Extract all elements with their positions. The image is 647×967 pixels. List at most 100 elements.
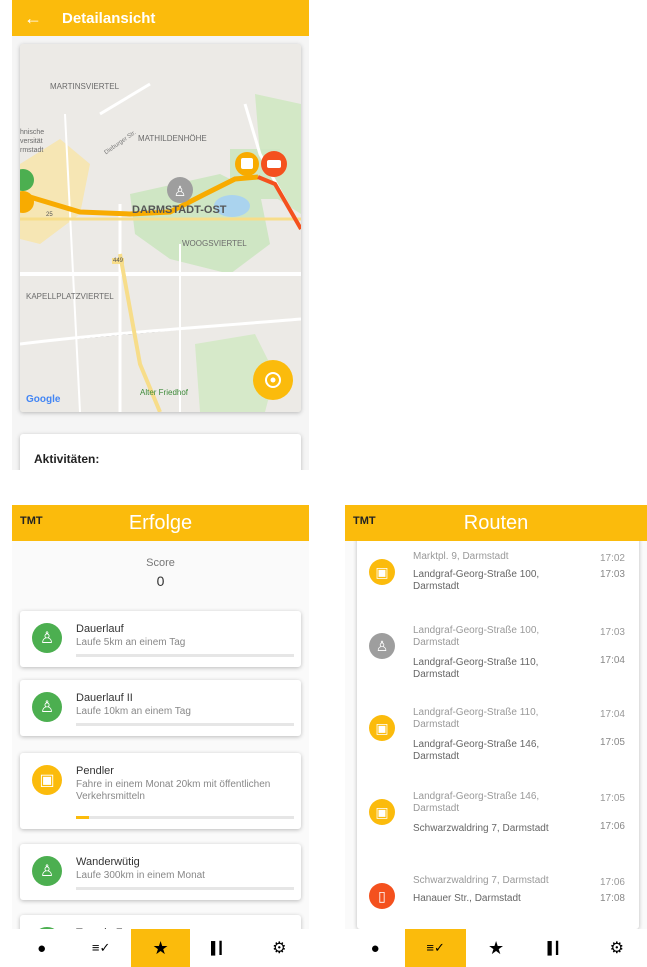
map-label-woogsviertel: WOOGSVIERTEL <box>182 239 247 248</box>
achievement-progress-fill <box>76 816 90 819</box>
route-to-time: 17:03 <box>599 569 625 580</box>
achievement-description: Laufe 10km an einem Tag <box>76 706 191 717</box>
nav-map[interactable]: ● <box>12 929 71 967</box>
svg-text:♙: ♙ <box>174 183 187 199</box>
route-to-time: 17:04 <box>599 655 625 666</box>
achievement-description: Fahre in einem Monat 20km mit öffentlich… <box>76 779 271 802</box>
walk-icon: ♙ <box>369 633 395 659</box>
page-title: Detailansicht <box>62 9 156 27</box>
nav-stats[interactable]: ▌▎ <box>190 929 249 967</box>
map-label-alter-friedhof: Alter Friedhof <box>140 388 189 397</box>
map-pin-icon: ● <box>37 939 47 957</box>
route-to: Schwarzwaldring 7, Darmstadt <box>413 823 549 834</box>
route-list-icon: ≡✓ <box>426 940 445 955</box>
achievement-name: Wanderwütig <box>76 856 140 868</box>
map-label-road-25: 25 <box>46 212 53 218</box>
route-from: Landgraf-Georg-Straße 110, Darmstadt <box>413 707 539 730</box>
map-label-kapellplatzviertel: KAPELLPLATZVIERTEL <box>26 292 114 301</box>
erfolge-appbar: TMT Erfolge <box>12 505 309 541</box>
achievement-name: Dauerlauf <box>76 623 124 635</box>
page-title: Routen <box>463 511 529 534</box>
walk-icon: ♙ <box>32 623 62 653</box>
erfolge-screen: TMT Erfolge Score 0 ♙ Dauerlauf Laufe 5km … <box>12 505 309 967</box>
page-title: Erfolge <box>128 511 193 534</box>
achievement-description: Laufe 300km in einem Monat <box>76 870 205 881</box>
nav-routes[interactable]: ≡✓ <box>405 929 466 967</box>
route-to-time: 17:05 <box>599 737 625 748</box>
achievement-card[interactable]: ♙ Wanderwütig Laufe 300km in einem Monat <box>20 844 301 900</box>
bottom-nav: ● ≡✓ ★ ▌▎ ⚙ <box>345 929 647 967</box>
route-to: Hanauer Str., Darmstadt <box>413 893 521 904</box>
map-card[interactable]: ♙ MARTINSVIERTEL MATHILDENHÖHE Dieburger… <box>20 44 301 412</box>
route-item[interactable]: ▯ Schwarzwaldring 7, Darmstadt 17:06 Hanaue… <box>357 869 639 929</box>
gear-icon: ⚙ <box>609 940 624 957</box>
score-label: Score <box>146 557 175 569</box>
map-label-uni: hnische versität rmstadt <box>20 128 44 155</box>
route-from-time: 17:03 <box>599 627 625 638</box>
tmt-logo: TMT <box>20 515 43 527</box>
achievement-progress-bar <box>76 887 294 890</box>
star-icon: ★ <box>152 937 169 958</box>
walk-icon: ♙ <box>32 856 62 886</box>
nav-routes[interactable]: ≡✓ <box>71 929 130 967</box>
route-to: Landgraf-Georg-Straße 100, Darmstadt <box>413 569 540 592</box>
bus-icon: ▣ <box>369 559 395 585</box>
route-from-time: 17:06 <box>599 877 625 888</box>
achievement-progress-bar <box>76 654 294 657</box>
achievement-progress-bar <box>76 816 294 819</box>
detail-appbar: ← Detailansicht <box>12 0 309 36</box>
route-to: Landgraf-Georg-Straße 146, Darmstadt <box>413 739 540 762</box>
star-icon: ★ <box>487 937 505 958</box>
route-from: Landgraf-Georg-Straße 146, Darmstadt <box>413 791 540 814</box>
bottom-nav: ● ≡✓ ★ ▌▎ ⚙ <box>12 929 309 967</box>
routen-appbar: TMT Routen <box>345 505 647 541</box>
route-to-time: 17:08 <box>599 893 625 904</box>
route-from-time: 17:02 <box>599 553 625 564</box>
nav-map[interactable]: ● <box>345 929 405 967</box>
route-from: Landgraf-Georg-Straße 100, Darmstadt <box>413 625 540 648</box>
activities-card: Aktivitäten: <box>20 434 301 470</box>
walk-icon: ♙ <box>32 692 62 722</box>
route-to: Landgraf-Georg-Straße 110, Darmstadt <box>413 657 539 680</box>
nav-achievements[interactable]: ★ <box>130 929 191 967</box>
route-list-icon: ≡✓ <box>91 940 111 955</box>
route-item[interactable]: ▣ Marktpl. 9, Darmstadt 17:02 Landgraf-Geor… <box>357 545 639 619</box>
route-item[interactable]: ▣ Landgraf-Georg-Straße 146, Darmstadt 17:… <box>357 785 639 869</box>
route-to-time: 17:06 <box>599 821 625 832</box>
back-arrow-icon[interactable]: ← <box>24 8 48 29</box>
route-item[interactable]: ♙ Landgraf-Georg-Straße 100, Darmstadt 17:… <box>357 619 639 701</box>
achievement-card[interactable]: ▣ Pendler Fahre in einem Monat 20km mit öf… <box>20 753 301 829</box>
map-label-darmstadt-ost: DARMSTADT-OST <box>132 204 227 216</box>
bar-chart-icon: ▌▎ <box>547 941 566 955</box>
gear-icon: ⚙ <box>272 940 287 957</box>
activities-label: Aktivitäten: <box>34 452 100 466</box>
google-logo: Google <box>26 394 61 405</box>
route-item[interactable]: ▣ Landgraf-Georg-Straße 110, Darmstadt 17:… <box>357 701 639 785</box>
map-label-mathildenhoehe: MATHILDENHÖHE <box>138 134 207 143</box>
map-label-uni-3: rmstadt <box>20 147 44 154</box>
map-pin-icon: ● <box>370 939 380 957</box>
achievement-card[interactable]: ♙ Dauerlauf Laufe 5km an einem Tag <box>20 611 301 667</box>
route-from: Marktpl. 9, Darmstadt <box>413 551 509 562</box>
car-icon: ▯ <box>369 883 395 909</box>
nav-settings[interactable]: ⚙ <box>587 929 647 967</box>
tmt-logo: TMT <box>353 515 376 527</box>
map-label-uni-2: versität <box>20 138 43 145</box>
map-view[interactable]: ♙ <box>20 44 301 412</box>
achievement-card[interactable]: ♙ Dauerlauf II Laufe 10km an einem Tag <box>20 680 301 736</box>
nav-stats[interactable]: ▌▎ <box>526 929 586 967</box>
achievement-description: Laufe 5km an einem Tag <box>76 637 186 648</box>
route-from: Schwarzwaldring 7, Darmstadt <box>413 875 549 886</box>
bar-chart-icon: ▌▎ <box>211 941 229 955</box>
achievement-name: Pendler <box>76 765 114 777</box>
my-location-button[interactable] <box>253 360 293 400</box>
map-label-martinsviertel: MARTINSVIERTEL <box>50 82 120 91</box>
bus-icon: ▣ <box>369 715 395 741</box>
map-label-road-449: 449 <box>112 258 125 264</box>
route-from-time: 17:04 <box>599 709 625 720</box>
nav-achievements[interactable]: ★ <box>466 929 526 967</box>
achievement-name: Dauerlauf II <box>76 692 133 704</box>
score-value: 0 <box>156 573 165 589</box>
nav-settings[interactable]: ⚙ <box>250 929 309 967</box>
bus-icon: ▣ <box>369 799 395 825</box>
